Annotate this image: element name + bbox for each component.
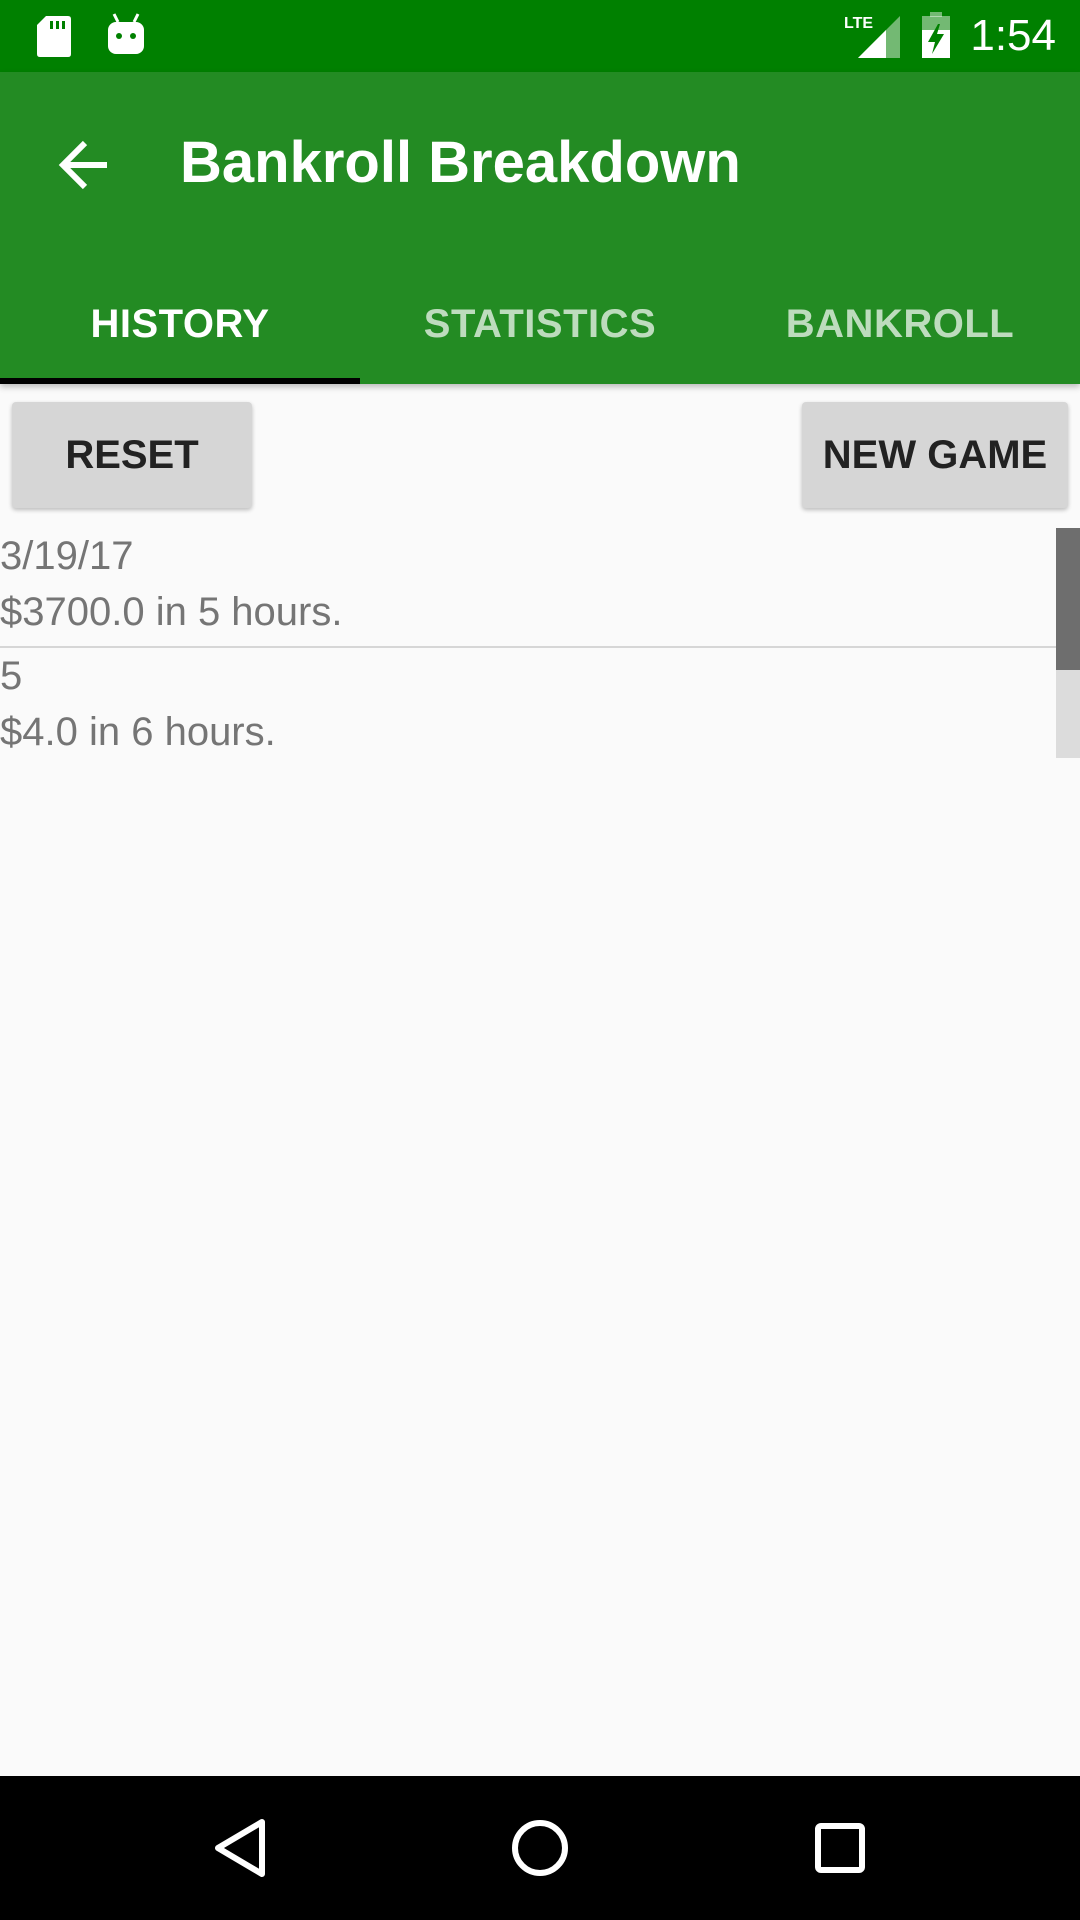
lte-signal-icon: LTE (844, 15, 900, 58)
history-summary: $4.0 in 6 hours. (0, 710, 276, 754)
history-date: 3/19/17 (0, 534, 134, 578)
reset-button[interactable]: RESET (12, 402, 252, 508)
arrow-left-icon (58, 140, 107, 190)
back-triangle-icon[interactable] (204, 1812, 276, 1884)
app-bar: Bankroll Breakdown HISTORY STATISTICS BA… (0, 72, 1080, 384)
history-content: RESET NEW GAME 3/19/17 $3700.0 in 5 hour… (0, 384, 1080, 1776)
history-list[interactable]: 3/19/17 $3700.0 in 5 hours. 5 $4.0 in 6 … (0, 528, 1056, 764)
home-circle-icon[interactable] (504, 1812, 576, 1884)
navigation-bar (0, 1776, 1080, 1920)
tab-history[interactable]: HISTORY (0, 264, 360, 384)
tab-bankroll[interactable]: BANKROLL (720, 264, 1080, 384)
sd-card-icon (37, 16, 71, 57)
list-item[interactable]: 5 $4.0 in 6 hours. (0, 646, 1056, 764)
tab-bar: HISTORY STATISTICS BANKROLL (0, 264, 1080, 384)
page-title: Bankroll Breakdown (180, 130, 741, 195)
scrollbar-thumb[interactable] (1056, 528, 1080, 670)
recents-square-icon[interactable] (804, 1812, 876, 1884)
svg-text:LTE: LTE (844, 15, 873, 32)
back-button[interactable] (40, 120, 130, 210)
clock: 1:54 (970, 11, 1056, 60)
scrollbar[interactable] (1056, 528, 1080, 758)
battery-charging-icon (922, 12, 950, 58)
android-debug-icon (108, 13, 144, 54)
new-game-button[interactable]: NEW GAME (802, 402, 1068, 508)
history-date: 5 (0, 654, 23, 698)
status-bar: LTE 1:54 (0, 0, 1080, 72)
history-summary: $3700.0 in 5 hours. (0, 590, 343, 634)
list-item[interactable]: 3/19/17 $3700.0 in 5 hours. (0, 528, 1056, 646)
tab-statistics[interactable]: STATISTICS (360, 264, 720, 384)
